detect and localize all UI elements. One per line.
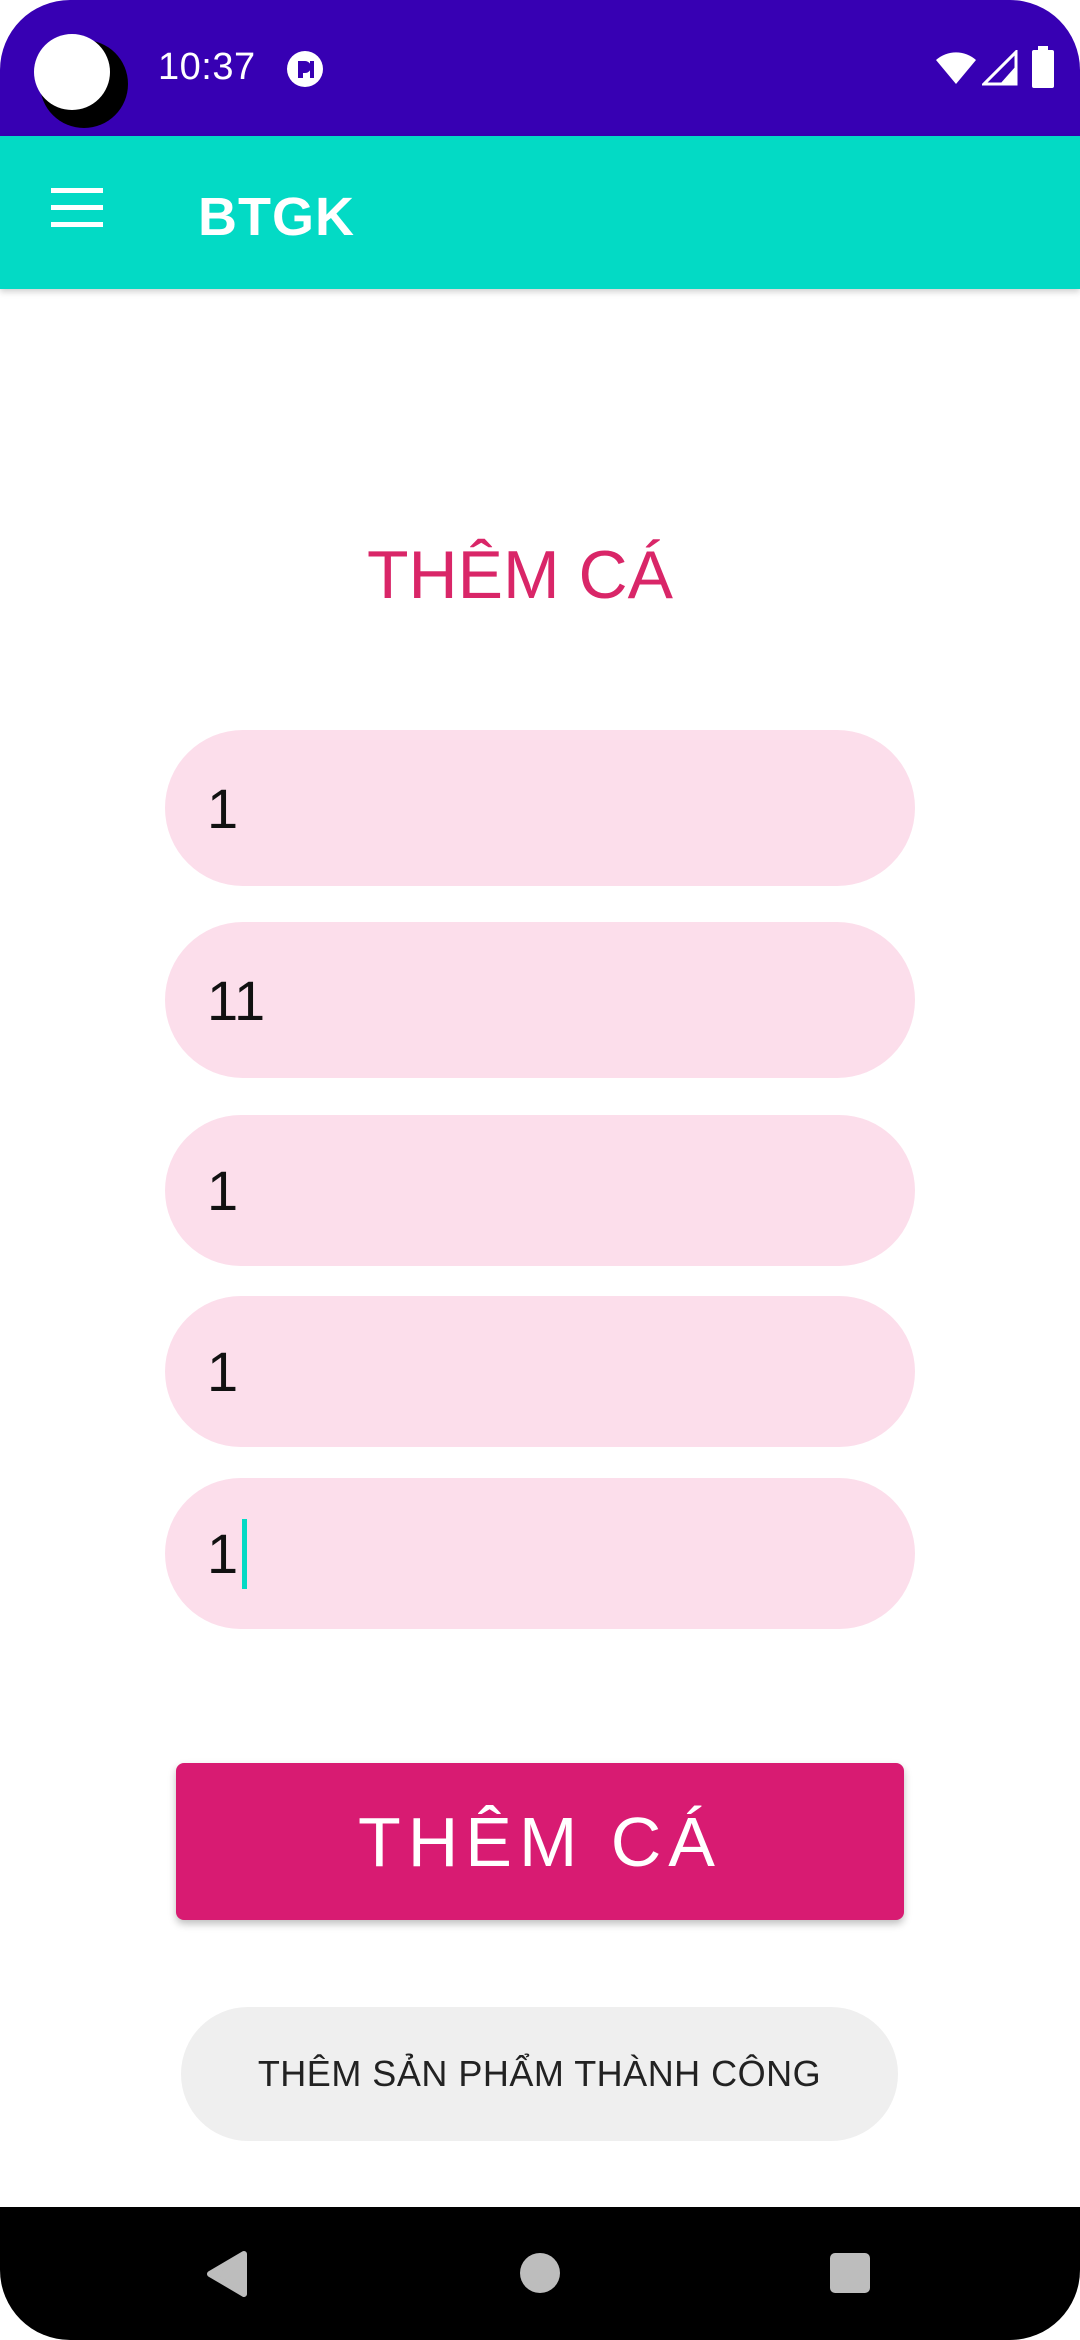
camera-cutout	[34, 34, 110, 110]
back-icon[interactable]	[204, 2250, 248, 2298]
navigation-bar	[0, 2207, 1080, 2340]
home-icon[interactable]	[520, 2253, 560, 2293]
app-title: BTGK	[198, 187, 355, 247]
signal-icon	[982, 50, 1018, 86]
input-field-4[interactable]: 1	[165, 1296, 915, 1447]
app-bar: BTGK	[0, 136, 1080, 289]
input-field-2[interactable]: 11	[165, 922, 915, 1078]
recents-icon[interactable]	[830, 2253, 870, 2293]
battery-icon	[1032, 46, 1054, 88]
menu-icon[interactable]	[48, 188, 106, 234]
page-title: THÊM CÁ	[367, 537, 673, 613]
input-field-1[interactable]: 1	[165, 730, 915, 886]
input-field-3[interactable]: 1	[165, 1115, 915, 1266]
status-time: 10:37	[158, 46, 256, 88]
toast-message: THÊM SẢN PHẨM THÀNH CÔNG	[257, 2053, 822, 2094]
input-field-3-value: 1	[207, 1159, 239, 1222]
add-fish-button[interactable]: THÊM CÁ	[176, 1763, 904, 1920]
input-field-2-value: 11	[207, 968, 266, 1032]
input-field-5[interactable]: 1	[165, 1478, 915, 1629]
notification-icon	[287, 51, 323, 87]
input-field-1-value: 1	[207, 776, 239, 840]
status-bar: 10:37	[0, 0, 1080, 136]
success-toast: THÊM SẢN PHẨM THÀNH CÔNG	[181, 2007, 898, 2141]
input-field-5-value: 1	[207, 1522, 239, 1585]
input-field-4-value: 1	[207, 1340, 239, 1403]
text-cursor	[242, 1518, 248, 1589]
wifi-icon	[936, 52, 976, 84]
